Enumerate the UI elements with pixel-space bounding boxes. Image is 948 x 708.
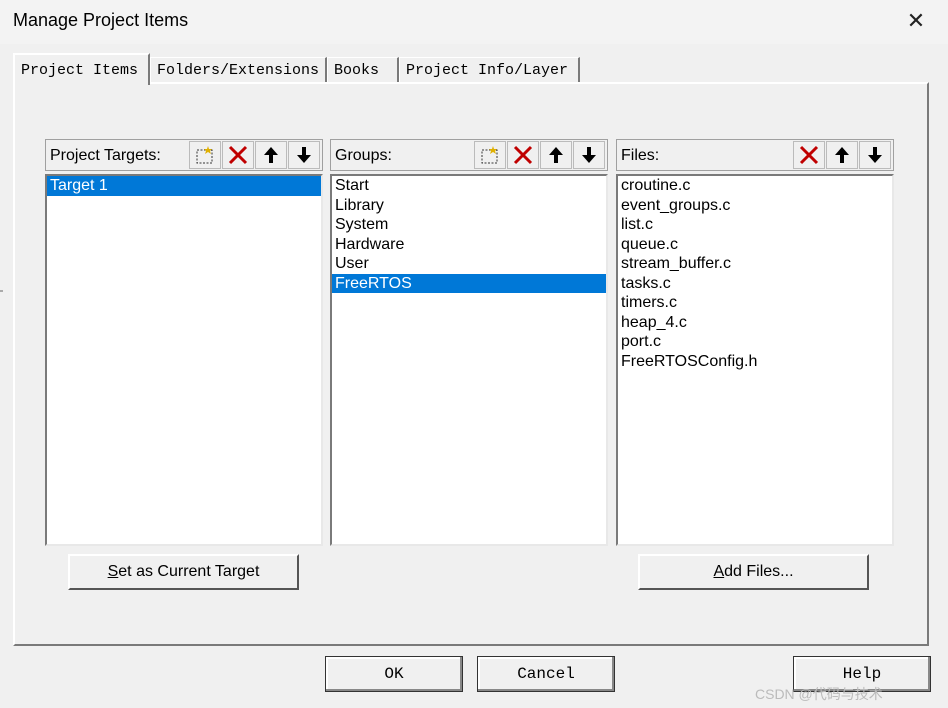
title-bar: Manage Project Items ✕ [0,0,948,44]
move-up-target-button[interactable] [255,141,287,169]
groups-header: Groups: [330,139,608,171]
close-button[interactable]: ✕ [896,4,936,38]
add-files-button[interactable]: Add Files... [638,554,869,590]
move-up-group-button[interactable] [540,141,572,169]
list-item[interactable]: list.c [618,215,892,235]
new-icon [481,146,498,164]
list-item[interactable]: Start [332,176,606,196]
cancel-button[interactable]: Cancel [477,656,615,692]
list-item[interactable]: stream_buffer.c [618,254,892,274]
set-current-target-button[interactable]: Set as Current Target [68,554,299,590]
delete-file-button[interactable] [793,141,825,169]
dialog-window: Manage Project Items ✕ Project Items Fol… [0,0,948,708]
window-title: Manage Project Items [13,10,189,30]
list-item[interactable]: Target 1 [47,176,321,196]
files-label: Files: [621,147,660,164]
button-mnemonic: A [713,563,725,580]
button-label: et as Current Target [118,563,260,580]
targets-list[interactable]: Target 1 [45,174,323,546]
groups-list[interactable]: Start Library System Hardware User FreeR… [330,174,608,546]
tab-project-info-layer[interactable]: Project Info/Layer [399,57,580,82]
tab-label: Books [334,61,380,79]
button-label: Help [842,665,882,683]
list-item[interactable]: User [332,254,606,274]
move-down-target-button[interactable] [288,141,320,169]
move-down-file-button[interactable] [859,141,891,169]
files-header: Files: [616,139,894,171]
list-item[interactable]: queue.c [618,235,892,255]
move-down-icon [868,147,882,163]
tab-folders-extensions[interactable]: Folders/Extensions [150,57,327,82]
move-up-icon [264,147,278,163]
move-up-file-button[interactable] [826,141,858,169]
tab-books[interactable]: Books [327,57,399,82]
button-label: dd Files... [724,563,794,580]
new-icon [196,146,213,164]
list-item[interactable]: System [332,215,606,235]
list-item[interactable]: FreeRTOS [332,273,606,293]
list-item[interactable]: FreeRTOSConfig.h [618,352,892,372]
tab-label: Folders/Extensions [157,61,320,79]
watermark: CSDN @代码与技术 [755,686,883,702]
delete-target-button[interactable] [222,141,254,169]
list-item[interactable]: croutine.c [618,176,892,196]
move-down-icon [297,147,311,163]
list-item[interactable]: port.c [618,332,892,352]
delete-icon [228,145,248,165]
list-item[interactable]: Library [332,196,606,216]
list-item[interactable]: timers.c [618,293,892,313]
button-label: Cancel [517,665,575,683]
delete-icon [513,145,533,165]
close-icon: ✕ [906,8,926,33]
button-mnemonic: S [107,563,119,580]
move-down-icon [582,147,596,163]
list-item[interactable]: Hardware [332,235,606,255]
files-list[interactable]: croutine.c event_groups.c list.c queue.c… [616,174,894,546]
groups-label: Groups: [335,147,392,164]
new-group-button[interactable] [474,141,506,169]
new-target-button[interactable] [189,141,221,169]
ok-button[interactable]: OK [325,656,463,692]
move-down-group-button[interactable] [573,141,605,169]
targets-header: Project Targets: [45,139,323,171]
move-up-icon [549,147,563,163]
delete-icon [799,145,819,165]
button-label: OK [384,665,404,683]
tab-project-items[interactable]: Project Items [13,53,150,85]
edge-mark [0,290,3,292]
list-item[interactable]: heap_4.c [618,313,892,333]
targets-label: Project Targets: [50,147,161,164]
tab-label: Project Info/Layer [406,61,569,79]
move-up-icon [835,147,849,163]
delete-group-button[interactable] [507,141,539,169]
tab-label: Project Items [21,61,139,79]
list-item[interactable]: event_groups.c [618,196,892,216]
list-item[interactable]: tasks.c [618,274,892,294]
